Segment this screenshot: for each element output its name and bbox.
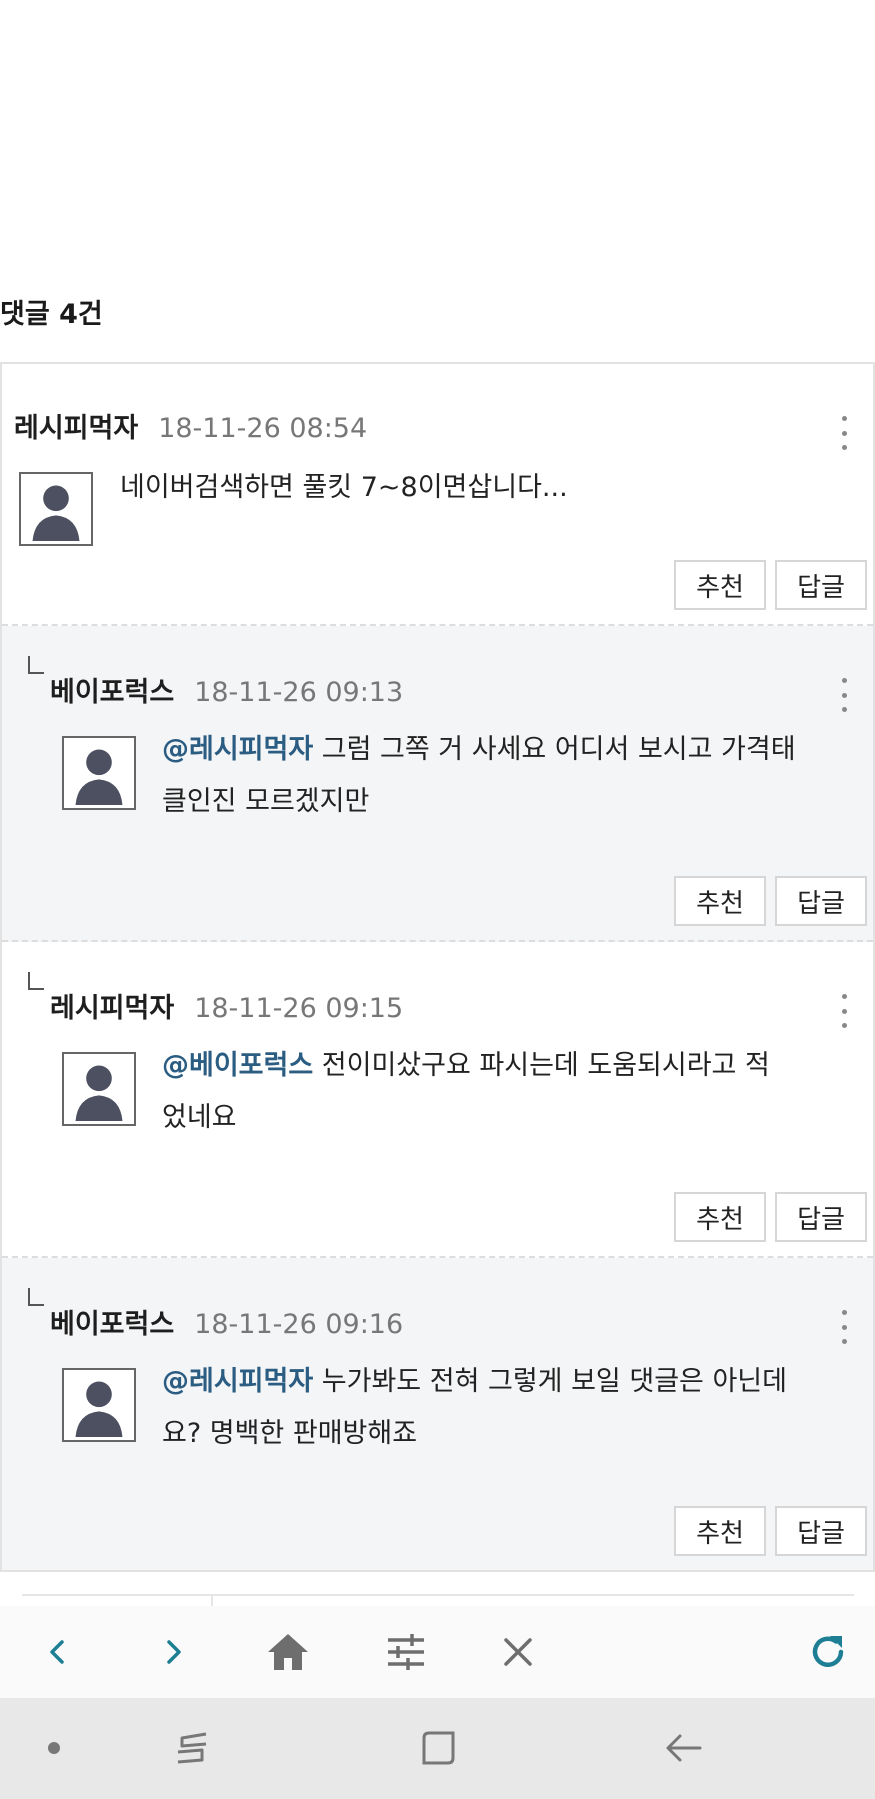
comment-body: 전이미샀구요 파시는데 도움되시라고 적: [313, 1050, 770, 1081]
comment-body-line2: 클인진 모르겠지만: [162, 786, 370, 817]
comment-header: 베이포럭스 18-11-26 09:13: [50, 670, 403, 709]
comment-text: 네이버검색하면 풀킷 7~8이면삽니다...: [120, 462, 568, 514]
toolbar-divider: [22, 1594, 854, 1596]
comment-text: @레시피먹자 그럼 그쪽 거 사세요 어디서 보시고 가격태 클인진 모르겠지만: [162, 724, 842, 828]
comment-header: 레시피먹자 18-11-26 08:54: [14, 406, 367, 445]
comment-header: 베이포럭스 18-11-26 09:16: [50, 1302, 403, 1341]
reply-button[interactable]: 답글: [775, 876, 867, 926]
recent-apps-icon[interactable]: [162, 1720, 222, 1776]
comment-count-heading: 댓글 4건: [0, 292, 103, 331]
comment-body: 네이버검색하면 풀킷 7~8이면삽니다...: [120, 472, 568, 503]
comment-author[interactable]: 베이포럭스: [50, 670, 174, 709]
reply-indicator-icon: [28, 656, 44, 674]
close-icon[interactable]: [490, 1624, 546, 1680]
comment-count-label: 댓글: [0, 299, 50, 330]
more-options-icon[interactable]: [838, 994, 850, 1028]
comment-header: 레시피먹자 18-11-26 09:15: [50, 986, 403, 1025]
reply-indicator-icon: [28, 1288, 44, 1306]
comment-body-line2: 었네요: [162, 1102, 237, 1133]
recommend-button[interactable]: 추천: [674, 1192, 766, 1242]
comment-date: 18-11-26 09:15: [194, 993, 404, 1024]
comment-body: 누가봐도 전혀 그렇게 보일 댓글은 아닌데: [313, 1366, 787, 1397]
more-options-icon[interactable]: [838, 416, 850, 450]
reply-button[interactable]: 답글: [775, 1506, 867, 1556]
reply-button[interactable]: 답글: [775, 1192, 867, 1242]
mention-link[interactable]: @레시피먹자: [162, 1366, 313, 1397]
comment-text: @베이포럭스 전이미샀구요 파시는데 도움되시라고 적 었네요: [162, 1040, 842, 1144]
system-navigation-bar: [0, 1698, 875, 1799]
tune-icon[interactable]: [378, 1624, 434, 1680]
more-options-icon[interactable]: [838, 1310, 850, 1344]
toolbar-divider-tick: [211, 1594, 213, 1606]
comment-item: 레시피먹자 18-11-26 08:54 네이버검색하면 풀킷 7~8이면삽니다…: [2, 364, 873, 626]
comment-list: 레시피먹자 18-11-26 08:54 네이버검색하면 풀킷 7~8이면삽니다…: [0, 362, 875, 1572]
comment-count-value: 4건: [59, 299, 103, 330]
comment-date: 18-11-26 08:54: [158, 413, 368, 444]
forward-icon[interactable]: [145, 1624, 201, 1680]
mention-link[interactable]: @레시피먹자: [162, 734, 313, 765]
browser-toolbar: [0, 1606, 875, 1698]
comment-date: 18-11-26 09:16: [194, 1309, 404, 1340]
recommend-button[interactable]: 추천: [674, 560, 766, 610]
more-options-icon[interactable]: [838, 678, 850, 712]
reply-indicator-icon: [28, 972, 44, 990]
avatar: [19, 472, 93, 546]
comment-date: 18-11-26 09:13: [194, 677, 404, 708]
avatar: [62, 1368, 136, 1442]
home-square-icon[interactable]: [408, 1720, 468, 1776]
comment-body-line2: 요? 명백한 판매방해죠: [162, 1418, 418, 1449]
refresh-icon[interactable]: [800, 1624, 856, 1680]
home-icon[interactable]: [260, 1624, 316, 1680]
avatar: [62, 736, 136, 810]
comment-author[interactable]: 베이포럭스: [50, 1302, 174, 1341]
mention-link[interactable]: @베이포럭스: [162, 1050, 313, 1081]
comment-author[interactable]: 레시피먹자: [14, 406, 138, 445]
comment-item-reply: 베이포럭스 18-11-26 09:16 @레시피먹자 누가봐도 전혀 그렇게 …: [2, 1258, 873, 1570]
comment-item-reply: 베이포럭스 18-11-26 09:13 @레시피먹자 그럼 그쪽 거 사세요 …: [2, 626, 873, 942]
back-arrow-icon[interactable]: [654, 1720, 714, 1776]
back-icon[interactable]: [30, 1624, 86, 1680]
comment-author[interactable]: 레시피먹자: [50, 986, 174, 1025]
comment-body: 그럼 그쪽 거 사세요 어디서 보시고 가격태: [313, 734, 796, 765]
reply-button[interactable]: 답글: [775, 560, 867, 610]
recommend-button[interactable]: 추천: [674, 1506, 766, 1556]
comment-item-reply: 레시피먹자 18-11-26 09:15 @베이포럭스 전이미샀구요 파시는데 …: [2, 942, 873, 1258]
recommend-button[interactable]: 추천: [674, 876, 766, 926]
comment-text: @레시피먹자 누가봐도 전혀 그렇게 보일 댓글은 아닌데 요? 명백한 판매방…: [162, 1356, 852, 1460]
page-top-blank: [0, 0, 875, 280]
avatar: [62, 1052, 136, 1126]
dot-icon[interactable]: [24, 1720, 84, 1776]
